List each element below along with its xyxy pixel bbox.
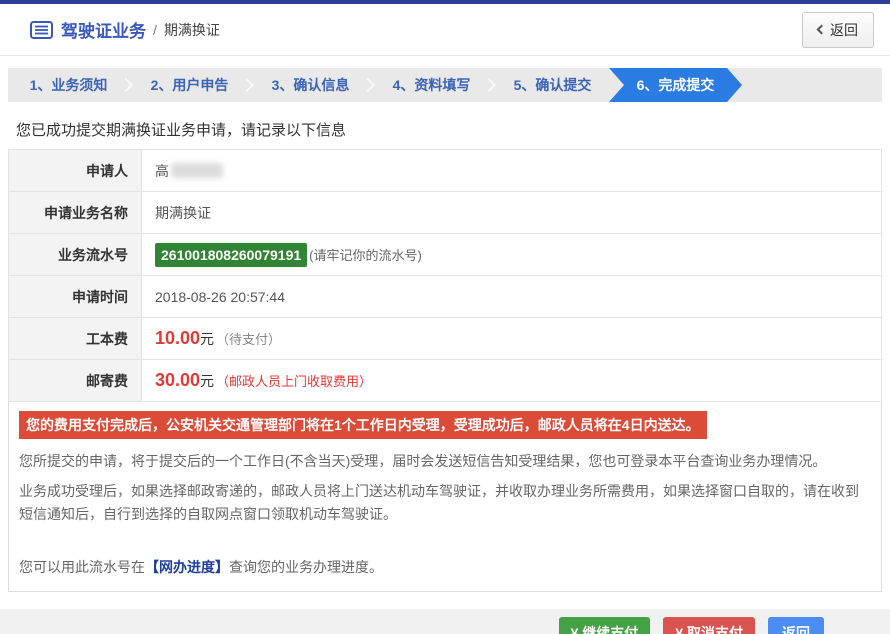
list-form-icon <box>30 21 53 39</box>
apply-time: 2018-08-26 20:57:44 <box>155 289 285 305</box>
row-label: 申请人 <box>9 150 142 192</box>
note-paragraph-2: 业务成功受理后，如果选择邮政寄递的，邮政人员将上门送达机动车驾驶证，并收取办理业… <box>19 480 871 526</box>
back-button[interactable]: 返回 <box>802 12 874 48</box>
step-label: 4、资料填写 <box>393 77 471 93</box>
fee-unit: 元 <box>200 373 214 389</box>
chevron-left-icon <box>817 25 827 35</box>
step-tab-5[interactable]: 5、确认提交 <box>492 68 613 102</box>
notes-section: 您的费用支付完成后，公安机关交通管理部门将在1个工作日内受理，受理成功后，邮政人… <box>8 402 882 592</box>
row-label: 申请业务名称 <box>9 192 142 234</box>
redacted-name-blur <box>171 163 223 178</box>
table-row-apply-time: 申请时间 2018-08-26 20:57:44 <box>9 276 882 318</box>
serial-note: (请牢记你的流水号) <box>309 248 422 263</box>
step-label: 5、确认提交 <box>514 77 592 93</box>
serial-number-badge: 261001808260079191 <box>155 243 307 267</box>
breadcrumb-current: 期满换证 <box>164 20 220 40</box>
fee-status-note: （待支付） <box>216 332 281 347</box>
fee-unit: 元 <box>200 331 214 347</box>
payment-alert-banner: 您的费用支付完成后，公安机关交通管理部门将在1个工作日内受理，受理成功后，邮政人… <box>19 411 707 439</box>
back-button-label: 返回 <box>830 20 858 40</box>
progress-hint-prefix: 您可以用此流水号在 <box>19 559 145 575</box>
step-tab-2[interactable]: 2、用户申告 <box>129 68 250 102</box>
page-header: 驾驶证业务 / 期满换证 返回 <box>0 4 890 56</box>
step-tab-3[interactable]: 3、确认信息 <box>250 68 371 102</box>
breadcrumb-separator: / <box>153 22 157 38</box>
progress-query-link[interactable]: 【网办进度】 <box>145 559 229 575</box>
note-paragraph-1: 您所提交的申请，将于提交后的一个工作日(不含当天)受理，届时会发送短信告知受理结… <box>19 450 871 473</box>
progress-hint-suffix: 查询您的业务办理进度。 <box>229 559 383 575</box>
step-progress-bar: 1、业务须知 2、用户申告 3、确认信息 4、资料填写 5、确认提交 6、完成提… <box>8 68 882 102</box>
table-row-business-name: 申请业务名称 期满换证 <box>9 192 882 234</box>
step-tab-6-active[interactable]: 6、完成提交 <box>609 68 742 102</box>
row-label: 邮寄费 <box>9 360 142 402</box>
applicant-name: 高 <box>155 163 169 179</box>
fee-status-note: （邮政人员上门收取费用） <box>216 374 372 389</box>
table-row-production-fee: 工本费 10.00元（待支付） <box>9 318 882 360</box>
progress-hint-line: 您可以用此流水号在【网办进度】查询您的业务办理进度。 <box>19 556 871 579</box>
step-label: 3、确认信息 <box>272 77 350 93</box>
action-footer: ¥ 继续支付 ¥ 取消支付 返回 <box>0 609 890 634</box>
table-row-applicant: 申请人 高 <box>9 150 882 192</box>
success-message: 您已成功提交期满换证业务申请，请记录以下信息 <box>16 119 874 140</box>
page-title: 驾驶证业务 <box>61 17 146 42</box>
application-info-table: 申请人 高 申请业务名称 期满换证 业务流水号 2610018082600791… <box>8 149 882 402</box>
business-name: 期满换证 <box>155 205 211 221</box>
row-label: 工本费 <box>9 318 142 360</box>
fee-amount: 30.00 <box>155 370 200 390</box>
step-label: 1、业务须知 <box>30 77 108 93</box>
return-button[interactable]: 返回 <box>768 617 824 634</box>
table-row-postage-fee: 邮寄费 30.00元（邮政人员上门收取费用） <box>9 360 882 402</box>
step-label: 2、用户申告 <box>151 77 229 93</box>
table-row-serial: 业务流水号 261001808260079191(请牢记你的流水号) <box>9 234 882 276</box>
step-tab-4[interactable]: 4、资料填写 <box>371 68 492 102</box>
fee-amount: 10.00 <box>155 328 200 348</box>
step-label: 6、完成提交 <box>637 77 715 93</box>
continue-payment-button[interactable]: ¥ 继续支付 <box>559 617 651 634</box>
row-label: 业务流水号 <box>9 234 142 276</box>
row-label: 申请时间 <box>9 276 142 318</box>
step-tab-1[interactable]: 1、业务须知 <box>8 68 129 102</box>
cancel-payment-button[interactable]: ¥ 取消支付 <box>663 617 755 634</box>
